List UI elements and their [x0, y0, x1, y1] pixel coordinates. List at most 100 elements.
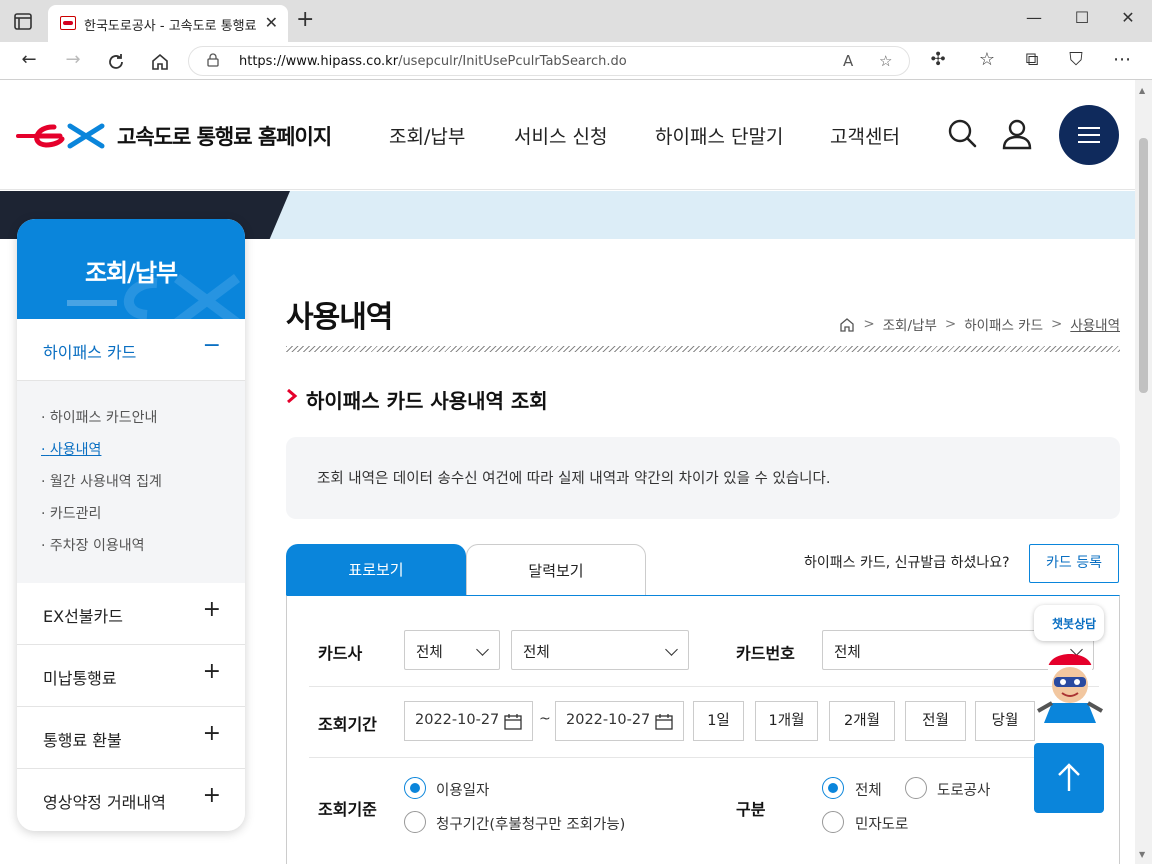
row-divider: [309, 757, 1099, 758]
home-icon[interactable]: [839, 317, 855, 332]
search-icon[interactable]: [946, 118, 978, 150]
window-close-button[interactable]: ✕: [1108, 8, 1148, 27]
breadcrumb-item[interactable]: 조회/납부: [883, 314, 937, 334]
tab-table-view[interactable]: 표로보기: [286, 544, 466, 596]
sidebar-category-refund[interactable]: 통행료 환불 +: [17, 707, 245, 769]
radio-label[interactable]: 이용일자: [436, 779, 489, 800]
sidebar-item-card-management[interactable]: · 카드관리: [41, 503, 101, 523]
tab-close-icon[interactable]: ✕: [265, 13, 278, 32]
sidebar-item-usage-history[interactable]: · 사용내역: [41, 439, 101, 459]
refresh-icon[interactable]: [106, 52, 126, 72]
extensions-icon[interactable]: ✣: [926, 50, 950, 70]
sidebar-category-video-agreement[interactable]: 영상약정 거래내역 +: [17, 769, 245, 831]
more-icon[interactable]: ⋯: [1110, 50, 1134, 70]
browser-chrome: 한국도로공사 - 고속도로 통행료 ✕ + — ☐ ✕ ← → https://…: [0, 0, 1152, 80]
period-this-month-button[interactable]: 당월: [975, 701, 1035, 741]
sidebar-item-parking[interactable]: · 주차장 이용내역: [41, 535, 145, 555]
section-title: 하이패스 카드 사용내역 조회: [306, 389, 548, 413]
arrow-up-icon: [1058, 763, 1080, 791]
type-label: 구분: [736, 800, 766, 819]
home-icon[interactable]: [150, 52, 170, 72]
sidebar-category-ex-prepaid[interactable]: EX선불카드 +: [17, 583, 245, 645]
calendar-icon[interactable]: [504, 713, 522, 730]
breadcrumb-separator: >: [1051, 316, 1063, 332]
page-scrollbar[interactable]: ▲ ▼: [1135, 80, 1152, 864]
chevron-right-icon: [287, 389, 298, 403]
radio-label[interactable]: 전체: [855, 779, 882, 800]
search-form: 카드사 전체 전체 카드번호 전체 조회기간 2022-10-27 ~ 2022…: [286, 595, 1120, 864]
radio-use-date[interactable]: [404, 777, 426, 799]
tab-calendar-view[interactable]: 달력보기: [466, 544, 646, 596]
radio-type-private-road[interactable]: [822, 811, 844, 833]
period-1month-button[interactable]: 1개월: [755, 701, 818, 741]
nav-inquiry[interactable]: 조회/납부: [389, 122, 465, 149]
radio-billing-period[interactable]: [404, 811, 426, 833]
date-to-input[interactable]: 2022-10-27: [555, 701, 684, 741]
menu-button[interactable]: [1059, 105, 1119, 165]
site-title[interactable]: 고속도로 통행료 홈페이지: [117, 121, 332, 151]
period-2month-button[interactable]: 2개월: [829, 701, 895, 741]
collections-icon[interactable]: ⧉: [1020, 50, 1044, 70]
expand-icon[interactable]: +: [203, 597, 221, 622]
tab-title: 한국도로공사 - 고속도로 통행료: [84, 19, 257, 34]
card-register-button[interactable]: 카드 등록: [1029, 544, 1119, 583]
chatbot-widget[interactable]: 챗봇상담: [1030, 605, 1110, 725]
breadcrumb-item[interactable]: 하이패스 카드: [964, 314, 1043, 334]
nav-service[interactable]: 서비스 신청: [514, 122, 607, 149]
sidebar-item-card-guide[interactable]: · 하이패스 카드안내: [41, 407, 157, 427]
favorite-add-icon[interactable]: ☆: [879, 52, 892, 70]
sidebar-item-label: 주차장 이용내역: [49, 538, 145, 554]
menu-bar-icon: [1078, 134, 1100, 136]
favorites-icon[interactable]: ☆: [975, 50, 999, 70]
scroll-up-arrow-icon[interactable]: ▲: [1139, 86, 1145, 95]
date-from-input[interactable]: 2022-10-27: [404, 701, 533, 741]
period-1day-button[interactable]: 1일: [693, 701, 744, 741]
read-aloud-icon[interactable]: A: [843, 52, 853, 70]
radio-type-expressway[interactable]: [905, 777, 927, 799]
scroll-down-arrow-icon[interactable]: ▼: [1139, 850, 1145, 859]
basis-label: 조회기준: [318, 800, 377, 819]
sidebar-category-label: EX선불카드: [43, 607, 123, 626]
scroll-top-button[interactable]: [1034, 743, 1104, 813]
card-company-sub-select[interactable]: 전체: [511, 630, 689, 670]
date-value: 2022-10-27: [566, 712, 651, 728]
period-last-month-button[interactable]: 전월: [905, 701, 966, 741]
radio-type-all[interactable]: [822, 777, 844, 799]
sidebar-item-monthly-summary[interactable]: · 월간 사용내역 집계: [41, 471, 162, 491]
card-company-label: 카드사: [318, 644, 363, 663]
sidebar-category-unpaid[interactable]: 미납통행료 +: [17, 645, 245, 707]
tab-actions-icon[interactable]: [14, 13, 32, 30]
collapse-icon[interactable]: −: [203, 333, 221, 358]
scrollbar-thumb[interactable]: [1139, 138, 1148, 393]
chatbot-bubble[interactable]: 챗봇상담: [1034, 605, 1104, 641]
breadcrumb-item-current[interactable]: 사용내역: [1070, 314, 1120, 334]
browser-tab[interactable]: 한국도로공사 - 고속도로 통행료 ✕: [48, 5, 288, 42]
radio-label[interactable]: 청구기간(후불청구만 조회가능): [436, 813, 625, 834]
forward-icon[interactable]: →: [61, 50, 85, 70]
ex-logo-icon[interactable]: [16, 118, 106, 152]
back-icon[interactable]: ←: [17, 50, 41, 70]
calendar-icon[interactable]: [655, 713, 673, 730]
minimize-button[interactable]: —: [1014, 8, 1054, 27]
maximize-button[interactable]: ☐: [1062, 8, 1102, 27]
sidebar-category-hipass-card[interactable]: 하이패스 카드 −: [17, 319, 245, 381]
nav-customer-center[interactable]: 고객센터: [830, 122, 900, 149]
new-tab-button[interactable]: +: [296, 9, 314, 31]
address-bar[interactable]: https://www.hipass.co.kr/usepculr/InitUs…: [188, 46, 910, 76]
sidebar-category-label: 통행료 환불: [43, 731, 122, 750]
bullet: ·: [41, 474, 46, 490]
expand-icon[interactable]: +: [203, 659, 221, 684]
nav-terminal[interactable]: 하이패스 단말기: [655, 122, 783, 149]
breadcrumb-separator: >: [863, 316, 875, 332]
user-icon[interactable]: [1001, 118, 1033, 150]
card-company-select[interactable]: 전체: [404, 630, 500, 670]
menu-bar-icon: [1078, 141, 1100, 143]
expand-icon[interactable]: +: [203, 721, 221, 746]
period-label: 조회기간: [318, 715, 377, 734]
radio-label[interactable]: 도로공사: [937, 779, 990, 800]
chatbot-mascot-icon[interactable]: [1034, 639, 1106, 723]
expand-icon[interactable]: +: [203, 783, 221, 808]
radio-label[interactable]: 민자도로: [855, 813, 908, 834]
shield-icon[interactable]: ⛉: [1064, 50, 1088, 70]
lock-icon[interactable]: [207, 53, 219, 67]
